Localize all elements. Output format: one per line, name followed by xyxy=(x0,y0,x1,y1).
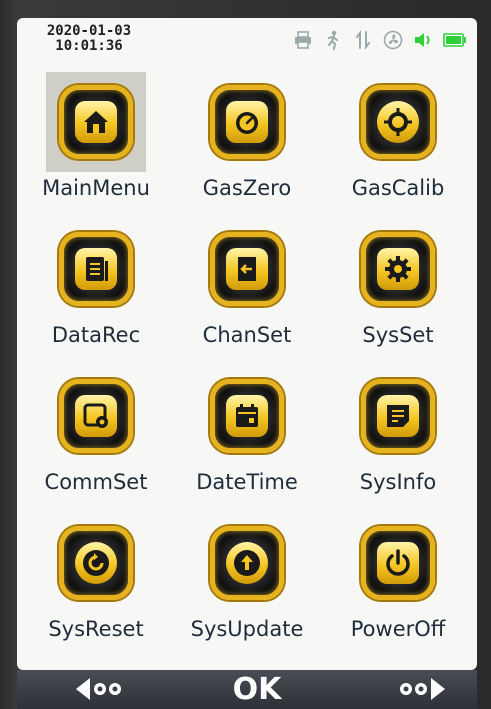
menu-item-gaszero[interactable]: GasZero xyxy=(172,72,322,217)
menu-item-sysinfo[interactable]: SysInfo xyxy=(323,366,473,511)
menu-label: CommSet xyxy=(44,470,148,494)
menu-item-datarec[interactable]: DataRec xyxy=(21,219,171,364)
left-arrow-icon xyxy=(76,678,121,700)
menu-item-sysset[interactable]: SysSet xyxy=(323,219,473,364)
menu-item-mainmenu[interactable]: MainMenu xyxy=(21,72,171,217)
menu-label: PowerOff xyxy=(350,617,446,641)
menu-label: SysSet xyxy=(362,323,434,347)
menu-label: GasZero xyxy=(202,176,292,200)
datetime-display: 2020-01-03 10:01:36 xyxy=(29,24,149,54)
home-icon xyxy=(84,111,108,133)
menu-item-datetime[interactable]: DateTime xyxy=(172,366,322,511)
menu-label: ChanSet xyxy=(202,323,292,347)
menu-label: SysReset xyxy=(48,617,144,641)
document-icon xyxy=(86,257,108,281)
printer-icon xyxy=(293,30,313,50)
info-note-icon xyxy=(387,405,409,427)
speaker-icon xyxy=(413,30,433,50)
comm-settings-icon xyxy=(83,403,108,428)
right-arrow-icon xyxy=(400,678,445,700)
status-bar: 2020-01-03 10:01:36 xyxy=(17,18,477,66)
screen: 2020-01-03 10:01:36 MainMenu GasZero Gas… xyxy=(17,18,477,670)
gear-icon xyxy=(385,256,411,282)
date-text: 2020-01-03 xyxy=(46,23,132,39)
door-enter-icon xyxy=(238,257,256,281)
power-icon xyxy=(386,549,410,576)
battery-icon xyxy=(443,30,467,50)
menu-item-gascalib[interactable]: GasCalib xyxy=(323,72,473,217)
menu-item-chanset[interactable]: ChanSet xyxy=(172,219,322,364)
time-text: 10:01:36 xyxy=(55,38,123,54)
menu-item-commset[interactable]: CommSet xyxy=(21,366,171,511)
fan-icon xyxy=(383,30,403,50)
upload-icon xyxy=(234,550,260,576)
menu-item-poweroff[interactable]: PowerOff xyxy=(323,513,473,658)
calendar-icon xyxy=(236,404,258,427)
signal-icon xyxy=(353,30,373,50)
walking-person-icon xyxy=(323,30,343,50)
menu-item-sysreset[interactable]: SysReset xyxy=(21,513,171,658)
menu-label: GasCalib xyxy=(351,176,445,200)
calibrate-icon xyxy=(384,108,412,136)
device-frame: 2020-01-03 10:01:36 MainMenu GasZero Gas… xyxy=(0,0,491,709)
nav-right-button[interactable] xyxy=(389,676,449,702)
menu-label: MainMenu xyxy=(42,176,150,200)
status-icons xyxy=(293,28,467,52)
menu-item-sysupdate[interactable]: SysUpdate xyxy=(172,513,322,658)
menu-label: SysUpdate xyxy=(190,617,304,641)
menu-label: DataRec xyxy=(51,323,141,347)
menu-label: DateTime xyxy=(196,470,298,494)
nav-left-button[interactable] xyxy=(72,676,132,702)
gauge-icon xyxy=(236,112,258,134)
bottom-nav-bar: OK xyxy=(17,670,477,709)
menu-label: SysInfo xyxy=(359,470,437,494)
reset-icon xyxy=(83,550,109,576)
ok-button[interactable]: OK xyxy=(227,670,287,709)
